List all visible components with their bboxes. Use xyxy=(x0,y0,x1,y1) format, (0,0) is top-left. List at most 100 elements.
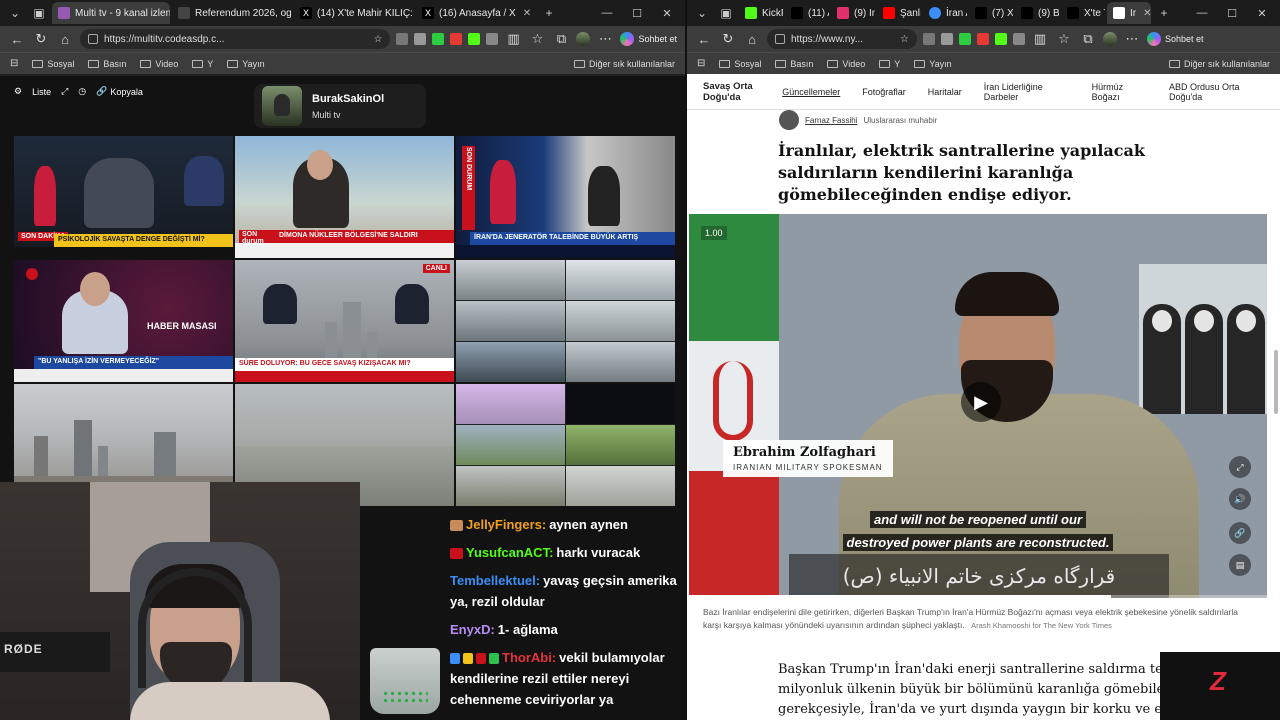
captions-button[interactable]: ▤ xyxy=(1229,554,1251,576)
refresh-icon[interactable]: ↻ xyxy=(719,31,737,47)
bookmark-folder-basin[interactable]: Basın xyxy=(775,59,813,69)
more-icon[interactable]: ⋯ xyxy=(1123,31,1141,47)
back-icon[interactable]: ← xyxy=(8,32,26,47)
refresh-icon[interactable]: ↻ xyxy=(32,31,50,47)
extension-icon[interactable] xyxy=(468,33,481,45)
tab-kick[interactable]: KickPr xyxy=(739,2,783,24)
url-text[interactable]: https://multitv.codeasdp.c... xyxy=(104,34,368,45)
bookmark-folder-yayin[interactable]: Yayın xyxy=(914,59,952,69)
close-window-icon[interactable]: ✕ xyxy=(653,7,681,20)
extension-icon[interactable] xyxy=(486,33,499,45)
nav-link-photos[interactable]: Fotoğraflar xyxy=(862,87,906,97)
back-icon[interactable]: ← xyxy=(695,32,713,47)
address-bar[interactable]: https://www.ny... ☆ xyxy=(767,29,917,49)
tab-x-mahir[interactable]: X (14) X'te Mahir KILIÇ: "O ✕ xyxy=(294,2,414,24)
section-title[interactable]: Savaş Orta Doğu'da xyxy=(703,81,760,103)
fullscreen-button[interactable]: ⤢ xyxy=(61,86,68,97)
extension-icon[interactable] xyxy=(977,33,989,45)
new-tab-icon[interactable]: + xyxy=(1153,6,1175,20)
tab-iran[interactable]: İran A xyxy=(923,2,967,24)
tab-actions-icon[interactable]: ⌄ xyxy=(4,6,26,20)
playback-speed[interactable]: 1.00 xyxy=(701,226,727,240)
split-screen-icon[interactable]: ▥ xyxy=(1031,31,1049,47)
minimize-icon[interactable]: — xyxy=(1188,7,1216,19)
nav-link-iran-leadership[interactable]: İran Liderliğine Darbeler xyxy=(984,82,1070,102)
split-screen-icon[interactable]: ▥ xyxy=(504,31,522,47)
minimize-icon[interactable]: — xyxy=(593,7,621,19)
bookmark-other-favorites[interactable]: Diğer sık kullanılanlar xyxy=(573,59,675,69)
tab-nyt[interactable]: Ir ✕ xyxy=(1107,2,1151,24)
nav-link-us-military[interactable]: ABD Ordusu Orta Doğu'da xyxy=(1169,82,1264,102)
tab-x-2[interactable]: (7) X F xyxy=(969,2,1013,24)
bookmark-add-icon[interactable]: ⊟ xyxy=(10,58,18,69)
list-button[interactable]: Liste xyxy=(32,87,51,97)
collections-icon[interactable]: ⧉ xyxy=(552,31,570,47)
tab-x-4[interactable]: X'te Ti xyxy=(1061,2,1105,24)
extension-icon[interactable] xyxy=(1013,33,1025,45)
extension-icon[interactable] xyxy=(959,33,971,45)
new-tab-icon[interactable]: + xyxy=(538,6,560,20)
tab-x-1[interactable]: (11) A xyxy=(785,2,829,24)
profile-avatar[interactable] xyxy=(576,32,591,46)
author-name[interactable]: Farnaz Fassihi xyxy=(805,116,857,125)
fullscreen-button[interactable]: ⤢ xyxy=(1229,456,1251,478)
bookmark-folder-video[interactable]: Video xyxy=(827,59,865,69)
nav-link-updates[interactable]: Güncellemeler xyxy=(782,87,840,97)
close-icon[interactable]: ✕ xyxy=(1143,8,1151,19)
tab-actions-icon[interactable]: ⌄ xyxy=(691,6,713,20)
video-player[interactable]: 1.00 ▶ Ebrahim Zolfaghari IRANIAN MILITA… xyxy=(689,214,1267,598)
sohbet-button[interactable]: Sohbet et xyxy=(620,32,677,46)
tv-channel-2[interactable]: SON durum DİMONA NÜKLEER BÖLGESİ'NE SALD… xyxy=(235,136,454,258)
bookmark-folder-basin[interactable]: Basın xyxy=(88,59,126,69)
bookmark-other-favorites[interactable]: Diğer sık kullanılanlar xyxy=(1168,59,1270,69)
nav-link-hormuz[interactable]: Hürmüz Boğazı xyxy=(1092,82,1147,102)
profile-avatar[interactable] xyxy=(1103,32,1117,46)
extension-icon[interactable] xyxy=(396,33,409,45)
close-window-icon[interactable]: ✕ xyxy=(1248,7,1276,20)
tab-multitv[interactable]: Multi tv - 9 kanal izleni ✕ xyxy=(52,2,170,24)
timer-button[interactable]: ◷ xyxy=(78,86,86,97)
home-icon[interactable]: ⌂ xyxy=(743,32,761,47)
tv-channel-9[interactable] xyxy=(456,384,675,506)
extension-icon[interactable] xyxy=(450,33,463,45)
more-icon[interactable]: ⋯ xyxy=(596,31,614,47)
tab-x-home[interactable]: X (16) Anasayfa / X ✕ xyxy=(416,2,536,24)
nav-link-maps[interactable]: Haritalar xyxy=(928,87,962,97)
play-button[interactable]: ▶ xyxy=(961,382,1001,422)
tv-channel-5[interactable]: CANLI SÜRE DOLUYOR: BU GECE SAVAŞ KIZIŞA… xyxy=(235,260,454,382)
maximize-icon[interactable]: ☐ xyxy=(1218,7,1246,20)
settings-button[interactable]: ⚙ xyxy=(14,86,22,97)
tab-x-3[interactable]: (9) Bu xyxy=(1015,2,1059,24)
extension-icon[interactable] xyxy=(923,33,935,45)
favorites-icon[interactable]: ☆ xyxy=(528,31,546,47)
collections-icon[interactable]: ⧉ xyxy=(1079,31,1097,47)
tab-referendum[interactable]: Referendum 2026, oggi ✕ xyxy=(172,2,292,24)
close-icon[interactable]: ✕ xyxy=(523,8,531,19)
url-text[interactable]: https://www.ny... xyxy=(791,34,894,45)
extension-icon[interactable] xyxy=(414,33,427,45)
tab-instagram[interactable]: (9) In xyxy=(831,2,875,24)
workspaces-icon[interactable]: ▣ xyxy=(28,6,50,20)
extension-icon[interactable] xyxy=(995,33,1007,45)
sohbet-button[interactable]: Sohbet et xyxy=(1147,32,1204,46)
bookmark-folder-sosyal[interactable]: Sosyal xyxy=(719,59,761,69)
bookmark-folder-video[interactable]: Video xyxy=(140,59,178,69)
bookmark-folder-yayin[interactable]: Yayın xyxy=(227,59,265,69)
tv-channel-1[interactable]: SON DAKİKA PSİKOLOJİK SAVAŞTA DENGE DEĞİ… xyxy=(14,136,233,258)
tv-channel-6[interactable] xyxy=(456,260,675,382)
scrollbar-thumb[interactable] xyxy=(1274,350,1278,414)
video-progress-bar[interactable] xyxy=(689,595,1267,598)
tv-channel-3[interactable]: SON DURUM İRAN'DA JENERATÖR TALEBİNDE BÜ… xyxy=(456,136,675,258)
favorite-star-icon[interactable]: ☆ xyxy=(900,34,909,45)
bookmark-folder-y[interactable]: Y xyxy=(879,59,900,69)
favorites-icon[interactable]: ☆ xyxy=(1055,31,1073,47)
bookmark-folder-y[interactable]: Y xyxy=(192,59,213,69)
tab-youtube[interactable]: Şanlı xyxy=(877,2,921,24)
home-icon[interactable]: ⌂ xyxy=(56,32,74,47)
workspaces-icon[interactable]: ▣ xyxy=(715,6,737,20)
maximize-icon[interactable]: ☐ xyxy=(623,7,651,20)
address-bar[interactable]: https://multitv.codeasdp.c... ☆ xyxy=(80,29,391,49)
extension-icon[interactable] xyxy=(432,33,445,45)
copy-button[interactable]: 🔗 Kopyala xyxy=(96,86,143,97)
bookmark-folder-sosyal[interactable]: Sosyal xyxy=(32,59,74,69)
